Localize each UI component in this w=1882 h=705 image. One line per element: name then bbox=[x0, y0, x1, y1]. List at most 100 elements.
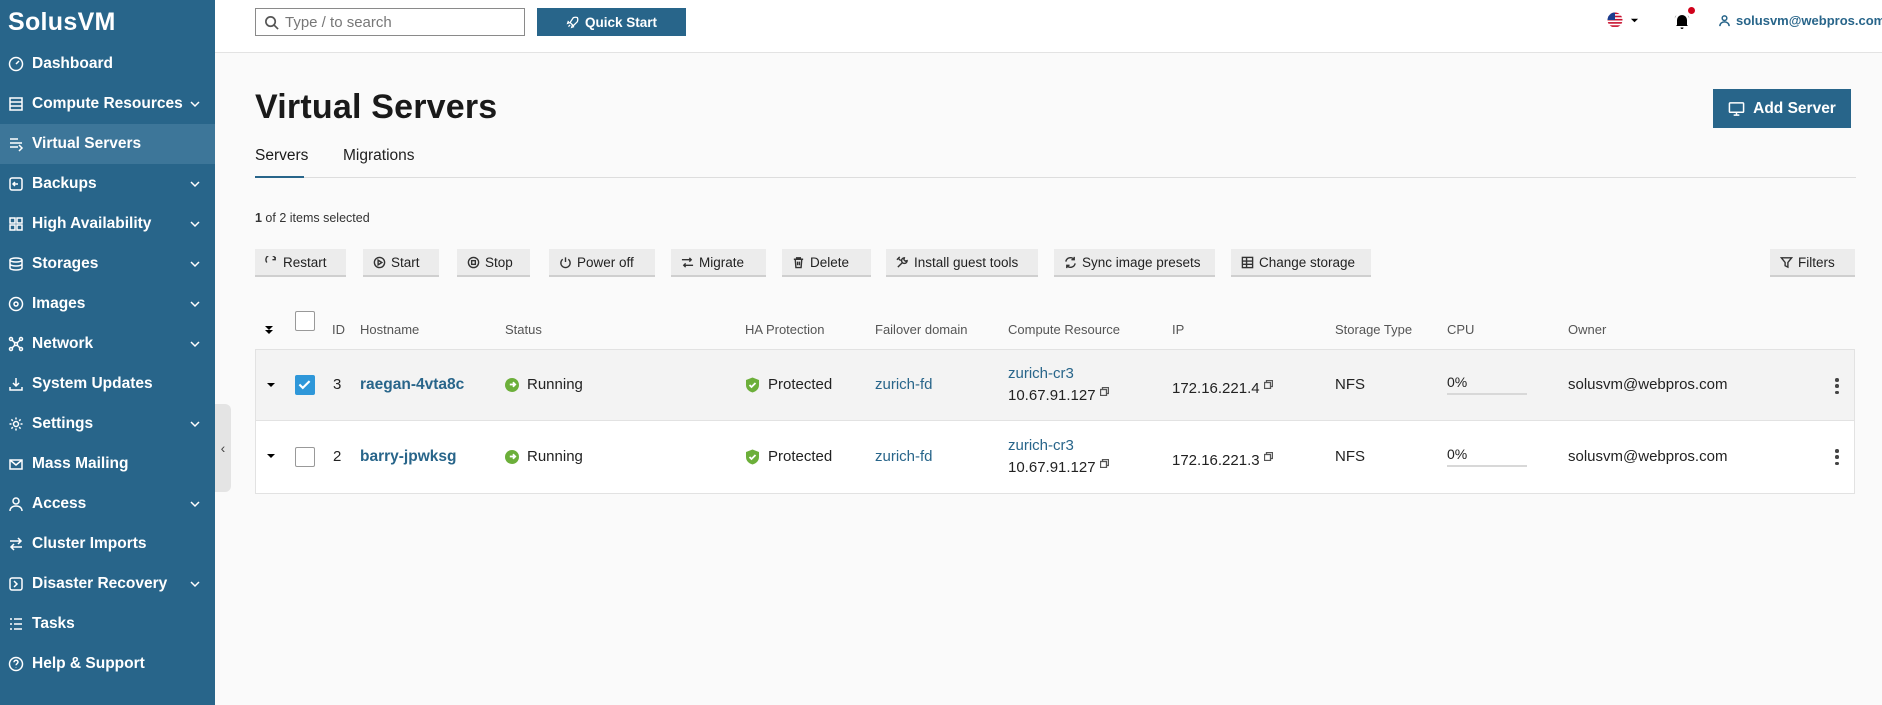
sidebar-item-help-support[interactable]: Help & Support bbox=[0, 644, 215, 684]
us-flag-icon[interactable] bbox=[1606, 12, 1624, 28]
owner: solusvm@webpros.com bbox=[1568, 376, 1728, 393]
sidebar-item-tasks[interactable]: Tasks bbox=[0, 604, 215, 644]
start-button[interactable]: Start bbox=[363, 249, 439, 277]
column-header-ip[interactable]: IP bbox=[1172, 322, 1184, 337]
expand-all-icon[interactable] bbox=[263, 322, 275, 336]
page-title: Virtual Servers bbox=[255, 88, 498, 126]
sidebar-item-dashboard[interactable]: Dashboard bbox=[0, 44, 215, 84]
compute-resources-icon bbox=[8, 96, 24, 112]
column-header-owner[interactable]: Owner bbox=[1568, 322, 1606, 337]
restart-label: Restart bbox=[283, 254, 327, 270]
column-header-storage-type[interactable]: Storage Type bbox=[1335, 322, 1412, 337]
quick-start-label: Quick Start bbox=[584, 14, 658, 30]
select-all-checkbox[interactable] bbox=[295, 311, 315, 331]
sidebar-collapse-handle[interactable]: ‹ bbox=[215, 404, 231, 492]
row-actions-menu-icon[interactable] bbox=[1835, 449, 1839, 465]
row-checkbox[interactable] bbox=[295, 375, 315, 395]
row-expand-chevron-icon[interactable] bbox=[265, 451, 277, 461]
copy-icon[interactable] bbox=[1263, 376, 1273, 390]
sidebar-item-settings[interactable]: Settings bbox=[0, 404, 215, 444]
sidebar-item-label: Dashboard bbox=[32, 55, 113, 72]
user-email: solusvm@webpros.com bbox=[1736, 13, 1882, 28]
running-status-icon bbox=[505, 449, 519, 464]
hostname-link[interactable]: barry-jpwksg bbox=[360, 448, 456, 466]
chevron-down-icon bbox=[189, 337, 203, 351]
compute-resource-ip: 10.67.91.127 bbox=[1008, 459, 1096, 476]
trash-icon bbox=[793, 256, 804, 268]
row-checkbox[interactable] bbox=[295, 447, 315, 467]
failover-domain-link[interactable]: zurich-fd bbox=[875, 376, 933, 393]
compute-resource-link[interactable]: zurich-cr3 bbox=[1008, 365, 1109, 383]
tab-migrations[interactable]: Migrations bbox=[343, 147, 415, 178]
filters-button[interactable]: Filters bbox=[1770, 249, 1855, 277]
start-label: Start bbox=[391, 254, 420, 270]
search-input[interactable] bbox=[285, 13, 505, 31]
ip-text: 172.16.221.4 bbox=[1172, 380, 1260, 397]
row-expand-chevron-icon[interactable] bbox=[265, 380, 277, 390]
sidebar-item-virtual-servers[interactable]: Virtual Servers bbox=[0, 124, 215, 164]
sidebar-item-system-updates[interactable]: System Updates bbox=[0, 364, 215, 404]
delete-label: Delete bbox=[810, 254, 850, 270]
sidebar-item-cluster-imports[interactable]: Cluster Imports bbox=[0, 524, 215, 564]
column-header-id[interactable]: ID bbox=[332, 322, 345, 337]
selection-text: of 2 items selected bbox=[261, 211, 370, 225]
sidebar-item-compute-resources[interactable]: Compute Resources bbox=[0, 84, 215, 124]
sidebar-item-network[interactable]: Network bbox=[0, 324, 215, 364]
column-header-failover-domain[interactable]: Failover domain bbox=[875, 322, 968, 337]
change-storage-button[interactable]: Change storage bbox=[1231, 249, 1371, 277]
compute-resource-link[interactable]: zurich-cr3 bbox=[1008, 437, 1109, 455]
copy-icon[interactable] bbox=[1099, 383, 1109, 397]
selection-summary: 1 of 2 items selected bbox=[255, 211, 370, 225]
chevron-down-icon bbox=[189, 577, 203, 591]
stop-button[interactable]: Stop bbox=[457, 249, 530, 277]
user-menu[interactable]: solusvm@webpros.com bbox=[1718, 13, 1882, 28]
table-row[interactable]: 2 barry-jpwksg Running Protected zurich-… bbox=[255, 421, 1855, 494]
sidebar-item-images[interactable]: Images bbox=[0, 284, 215, 324]
server-id: 3 bbox=[333, 376, 342, 393]
ha-protection: Protected bbox=[745, 376, 832, 393]
sidebar-item-access[interactable]: Access bbox=[0, 484, 215, 524]
sidebar-item-mass-mailing[interactable]: Mass Mailing bbox=[0, 444, 215, 484]
tabs: Servers Migrations bbox=[255, 147, 1856, 178]
delete-button[interactable]: Delete bbox=[782, 249, 871, 277]
notifications-bell-icon[interactable] bbox=[1673, 12, 1691, 30]
add-server-button[interactable]: Add Server bbox=[1713, 89, 1851, 128]
column-header-status[interactable]: Status bbox=[505, 322, 542, 337]
install-guest-tools-button[interactable]: Install guest tools bbox=[886, 249, 1038, 277]
copy-icon[interactable] bbox=[1263, 448, 1273, 462]
install-guest-tools-label: Install guest tools bbox=[914, 254, 1019, 270]
add-server-label: Add Server bbox=[1753, 99, 1836, 117]
quick-start-button[interactable]: Quick Start bbox=[537, 8, 686, 36]
ip-address: 172.16.221.4 bbox=[1172, 376, 1273, 397]
restart-button[interactable]: Restart bbox=[255, 249, 346, 277]
migrate-button[interactable]: Migrate bbox=[671, 249, 766, 277]
sidebar-item-high-availability[interactable]: High Availability bbox=[0, 204, 215, 244]
topbar: Quick Start solusvm@webpros.com bbox=[215, 0, 1882, 53]
system-updates-icon bbox=[8, 376, 24, 392]
column-header-cpu[interactable]: CPU bbox=[1447, 322, 1474, 337]
search-box[interactable] bbox=[255, 8, 525, 36]
storage-type: NFS bbox=[1335, 376, 1365, 393]
status-text: Running bbox=[527, 376, 583, 393]
play-icon bbox=[373, 256, 386, 268]
table-row[interactable]: 3 raegan-4vta8c Running Protected zurich… bbox=[255, 349, 1855, 421]
sidebar-item-disaster-recovery[interactable]: Disaster Recovery bbox=[0, 564, 215, 604]
sidebar-item-backups[interactable]: Backups bbox=[0, 164, 215, 204]
copy-icon[interactable] bbox=[1099, 455, 1109, 469]
sync-image-presets-button[interactable]: Sync image presets bbox=[1054, 249, 1215, 277]
column-header-ha-protection[interactable]: HA Protection bbox=[745, 322, 825, 337]
failover-domain-link[interactable]: zurich-fd bbox=[875, 448, 933, 465]
dashboard-icon bbox=[8, 56, 24, 72]
hostname-link[interactable]: raegan-4vta8c bbox=[360, 376, 464, 394]
row-actions-menu-icon[interactable] bbox=[1835, 378, 1839, 394]
column-header-compute-resource[interactable]: Compute Resource bbox=[1008, 322, 1120, 337]
power-off-button[interactable]: Power off bbox=[549, 249, 655, 277]
tab-servers[interactable]: Servers bbox=[255, 147, 308, 178]
migrate-icon bbox=[681, 256, 694, 268]
stop-icon bbox=[467, 256, 480, 268]
sidebar-item-storages[interactable]: Storages bbox=[0, 244, 215, 284]
column-header-hostname[interactable]: Hostname bbox=[360, 322, 419, 337]
sidebar-item-label: Tasks bbox=[32, 615, 75, 632]
chevron-down-icon[interactable] bbox=[1630, 16, 1639, 25]
app-logo[interactable]: SolusVM bbox=[0, 0, 215, 44]
